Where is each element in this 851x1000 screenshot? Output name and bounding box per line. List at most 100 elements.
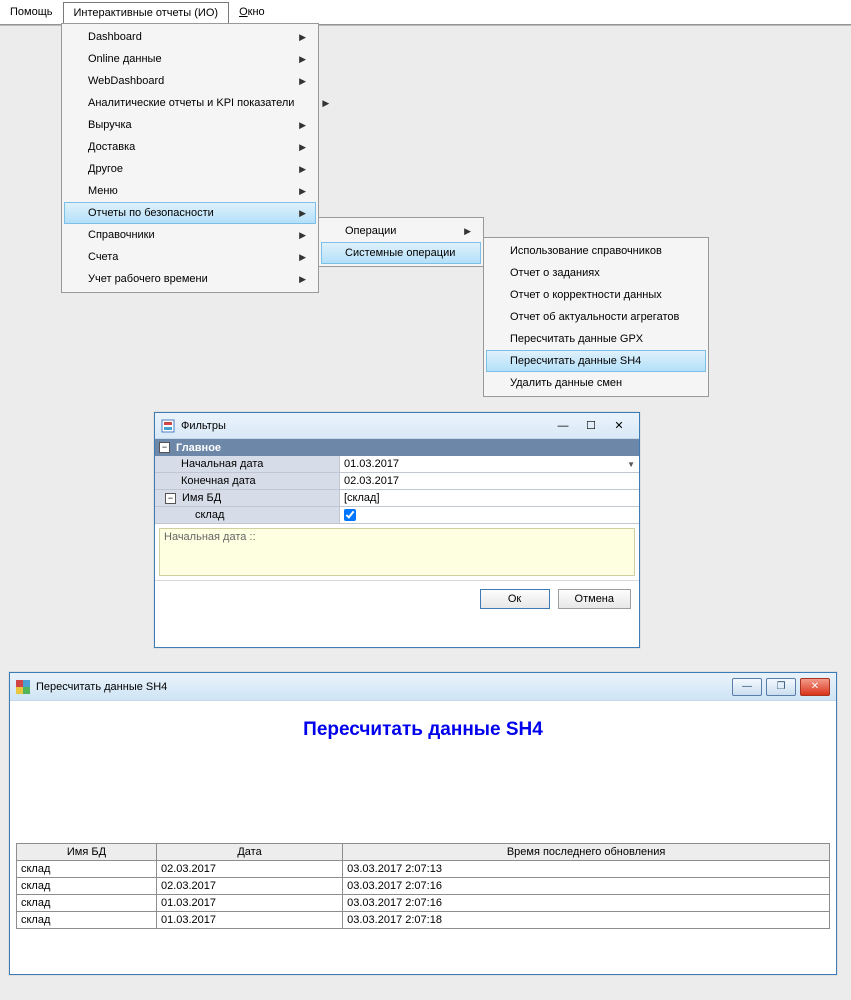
menu-item-label: Аналитические отчеты и KPI показатели: [88, 97, 294, 109]
close-button[interactable]: ✕: [800, 678, 830, 696]
maximize-button[interactable]: ☐: [577, 417, 605, 435]
menu-item-label: Dashboard: [88, 31, 142, 43]
table-cell: 02.03.2017: [156, 878, 342, 895]
table-row[interactable]: склад02.03.201703.03.2017 2:07:13: [17, 861, 830, 878]
menu-item[interactable]: Доставка ▶: [64, 136, 316, 158]
menu-item[interactable]: WebDashboard ▶: [64, 70, 316, 92]
menu-item[interactable]: Счета ▶: [64, 246, 316, 268]
menu-item-label: Пересчитать данные SH4: [510, 355, 641, 367]
menu-window[interactable]: Окно: [229, 2, 275, 22]
row-start-date: Начальная дата 01.03.2017 ▼: [155, 456, 639, 473]
menu-item-label: Отчеты по безопасности: [88, 207, 214, 219]
filters-titlebar[interactable]: Фильтры — ☐ ✕: [155, 413, 639, 439]
end-date-label: Конечная дата: [155, 474, 339, 488]
chevron-right-icon: ▶: [464, 226, 471, 237]
minimize-button[interactable]: —: [732, 678, 762, 696]
menu-item-label: Справочники: [88, 229, 155, 241]
menu-item-label: Пересчитать данные GPX: [510, 333, 643, 345]
menu-io[interactable]: Интерактивные отчеты (ИО): [63, 2, 230, 23]
cancel-button[interactable]: Отмена: [558, 589, 631, 609]
menu-item[interactable]: Пересчитать данные SH4: [486, 350, 706, 372]
minimize-button[interactable]: —: [549, 417, 577, 435]
chevron-right-icon: ▶: [299, 164, 306, 175]
menu-window-accel: О: [239, 6, 248, 18]
dropdown-system-ops: Использование справочников Отчет о задани…: [483, 237, 709, 397]
row-db-name: − Имя БД [склад]: [155, 490, 639, 507]
table-cell: склад: [17, 861, 157, 878]
menu-item[interactable]: Удалить данные смен: [486, 372, 706, 394]
window-controls: — ❐ ✕: [732, 678, 830, 696]
table-header: Дата: [156, 844, 342, 861]
menu-item-label: Счета: [88, 251, 118, 263]
report-title: Пересчитать данные SH4: [36, 681, 167, 693]
close-button[interactable]: ✕: [605, 417, 633, 435]
filters-note: Начальная дата ::: [159, 528, 635, 576]
menu-item-label: Удалить данные смен: [510, 377, 622, 389]
chevron-right-icon: ▶: [299, 252, 306, 263]
start-date-value[interactable]: 01.03.2017 ▼: [339, 456, 639, 472]
menu-item-label: Отчет о корректности данных: [510, 289, 662, 301]
menu-item[interactable]: Dashboard▶: [64, 26, 316, 48]
chevron-right-icon: ▶: [299, 120, 306, 131]
table-cell: 03.03.2017 2:07:16: [343, 895, 830, 912]
menu-item[interactable]: Системные операции▶: [321, 242, 481, 264]
collapse-icon[interactable]: −: [159, 442, 170, 453]
chevron-right-icon: ▶: [299, 230, 306, 241]
menu-item[interactable]: Пересчитать данные GPX: [486, 328, 706, 350]
menu-item[interactable]: Использование справочников: [486, 240, 706, 262]
dbname-value[interactable]: [склад]: [339, 490, 639, 506]
store-value[interactable]: [339, 507, 639, 523]
dbname-label[interactable]: − Имя БД: [155, 491, 339, 505]
table-cell: склад: [17, 895, 157, 912]
store-label: склад: [155, 508, 339, 522]
menu-item[interactable]: Отчет о заданиях: [486, 262, 706, 284]
chevron-right-icon: ▶: [299, 142, 306, 153]
menu-item[interactable]: Аналитические отчеты и KPI показатели▶: [64, 92, 316, 114]
end-date-value[interactable]: 02.03.2017: [339, 473, 639, 489]
report-titlebar[interactable]: Пересчитать данные SH4 — ❐ ✕: [10, 673, 836, 701]
menu-item-label: Отчет о заданиях: [510, 267, 600, 279]
menu-item[interactable]: Отчет об актуальности агрегатов: [486, 306, 706, 328]
menu-item-label: Операции: [345, 225, 396, 237]
collapse-icon[interactable]: −: [165, 493, 176, 504]
menu-item-label: WebDashboard: [88, 75, 164, 87]
menu-item-label: Учет рабочего времени: [88, 273, 208, 285]
menu-item-label: Использование справочников: [510, 245, 662, 257]
menu-item-label: Доставка: [88, 141, 135, 153]
chevron-right-icon: ▶: [299, 76, 306, 87]
table-cell: склад: [17, 912, 157, 929]
menu-item-label: Выручка: [88, 119, 132, 131]
chevron-right-icon: ▶: [299, 186, 306, 197]
table-cell: 03.03.2017 2:07:16: [343, 878, 830, 895]
menu-item[interactable]: Учет рабочего времени ▶: [64, 268, 316, 290]
maximize-button[interactable]: ❐: [766, 678, 796, 696]
menu-help[interactable]: Помощь: [0, 2, 63, 22]
start-date-text: 01.03.2017: [344, 458, 399, 470]
table-row[interactable]: склад01.03.201703.03.2017 2:07:18: [17, 912, 830, 929]
table-header: Имя БД: [17, 844, 157, 861]
ok-button[interactable]: Ок: [480, 589, 550, 609]
menu-item[interactable]: Другое▶: [64, 158, 316, 180]
table-row[interactable]: склад02.03.201703.03.2017 2:07:16: [17, 878, 830, 895]
menu-item[interactable]: Отчеты по безопасности▶: [64, 202, 316, 224]
table-cell: склад: [17, 878, 157, 895]
menu-item[interactable]: Меню▶: [64, 180, 316, 202]
report-table: Имя БДДатаВремя последнего обновления ск…: [16, 843, 830, 929]
chevron-down-icon[interactable]: ▼: [627, 460, 635, 469]
menu-item[interactable]: Справочники ▶: [64, 224, 316, 246]
menu-item[interactable]: Выручка ▶: [64, 114, 316, 136]
filters-section-header[interactable]: − Главное: [155, 439, 639, 456]
menu-item-label: Отчет об актуальности агрегатов: [510, 311, 679, 323]
table-cell: 03.03.2017 2:07:13: [343, 861, 830, 878]
chevron-right-icon: ▶: [299, 274, 306, 285]
menu-bar: Помощь Интерактивные отчеты (ИО) Окно: [0, 0, 851, 24]
table-row[interactable]: склад01.03.201703.03.2017 2:07:16: [17, 895, 830, 912]
filters-icon: [161, 419, 175, 433]
report-body: Пересчитать данные SH4 Имя БДДатаВремя п…: [10, 701, 836, 933]
menu-item[interactable]: Операции ▶: [321, 220, 481, 242]
menu-item[interactable]: Online данные▶: [64, 48, 316, 70]
store-checkbox[interactable]: [344, 509, 356, 521]
table-cell: 01.03.2017: [156, 912, 342, 929]
menu-item[interactable]: Отчет о корректности данных: [486, 284, 706, 306]
filters-window: Фильтры — ☐ ✕ − Главное Начальная дата 0…: [154, 412, 640, 648]
